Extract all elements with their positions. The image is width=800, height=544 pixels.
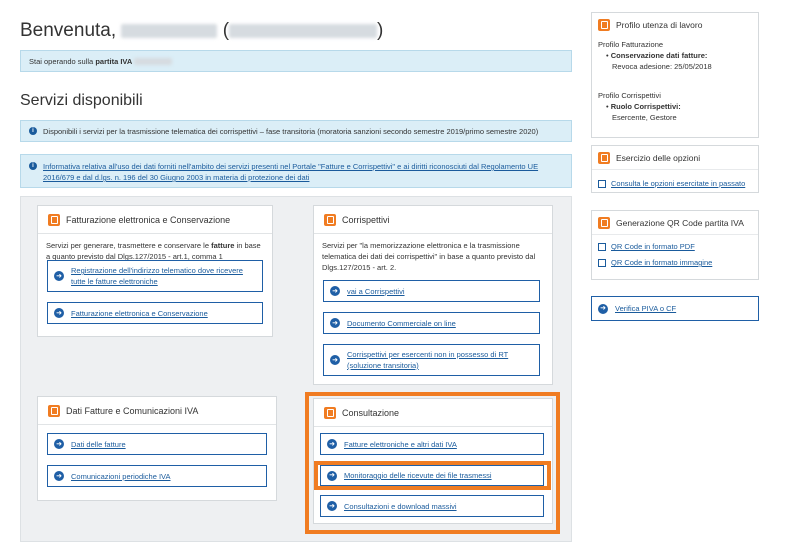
card-header: Corrispettivi xyxy=(314,206,552,234)
arrow-right-icon: ➜ xyxy=(330,318,340,328)
go-to-corrispettivi-button[interactable]: ➜ vai a Corrispettivi xyxy=(323,280,540,302)
e-invoicing-button[interactable]: ➜ Fatturazione elettronica e Conservazio… xyxy=(47,302,263,324)
arrow-right-icon: ➜ xyxy=(54,271,64,281)
privacy-info-link[interactable]: Informativa relativa all'uso dei dati fo… xyxy=(43,161,563,183)
services-title: Servizi disponibili xyxy=(20,92,143,109)
arrow-right-icon: ➜ xyxy=(330,286,340,296)
arrow-right-icon: ➜ xyxy=(330,355,340,365)
transitional-phase-notice: i Disponibili i servizi per la trasmissi… xyxy=(20,120,572,142)
receipts-monitoring-button[interactable]: ➜ Monitoraggio delle ricevute dei file t… xyxy=(320,465,544,486)
arrow-right-icon: ➜ xyxy=(327,501,337,511)
periodic-vat-button[interactable]: ➜ Comunicazioni periodiche IVA xyxy=(47,465,267,487)
qr-image-link[interactable]: QR Code in formato immagine xyxy=(611,257,712,268)
arrow-right-icon: ➜ xyxy=(598,303,608,314)
profile-header: Profilo utenza di lavoro xyxy=(592,13,758,37)
card-header: Dati Fatture e Comunicazioni IVA xyxy=(38,397,276,425)
profile-body: Profilo Fatturazione • Conservazione dat… xyxy=(598,40,712,122)
qr-header: Generazione QR Code partita IVA xyxy=(592,211,758,235)
vat-number-redacted xyxy=(134,57,173,65)
document-icon xyxy=(48,404,60,417)
image-file-icon xyxy=(598,258,606,267)
arrow-right-icon: ➜ xyxy=(54,439,64,449)
user-code-redacted xyxy=(229,23,378,38)
privacy-notice: i Informativa relativa all'uso dei dati … xyxy=(20,154,572,188)
operating-vat-notice: Stai operando sulla partita IVA xyxy=(20,50,572,72)
options-card: Esercizio delle opzioni Consulta le opzi… xyxy=(591,145,759,193)
info-icon: i xyxy=(29,162,37,170)
arrow-right-icon: ➜ xyxy=(54,308,64,318)
qr-card: Generazione QR Code partita IVA QR Code … xyxy=(591,210,759,280)
arrow-right-icon: ➜ xyxy=(327,470,337,481)
arrow-right-icon: ➜ xyxy=(54,471,64,481)
document-icon xyxy=(48,213,60,226)
past-options-link[interactable]: Consulta le opzioni esercitate in passat… xyxy=(611,178,745,189)
bulk-download-button[interactable]: ➜ Consultazioni e download massivi xyxy=(320,495,544,517)
profile-card: Profilo utenza di lavoro Profilo Fattura… xyxy=(591,12,759,138)
e-invoices-other-vat-button[interactable]: ➜ Fatture elettroniche e altri dati IVA xyxy=(320,433,544,455)
register-telematic-address-button[interactable]: ➜ Registrazione dell'indirizzo telematic… xyxy=(47,260,263,292)
document-icon xyxy=(324,406,336,419)
invoice-data-button[interactable]: ➜ Dati delle fatture xyxy=(47,433,267,455)
card-header: Consultazione xyxy=(314,399,552,427)
gear-icon xyxy=(598,151,610,164)
qr-icon xyxy=(598,216,610,229)
edit-icon xyxy=(598,179,606,188)
card-description: Servizi per "la memorizzazione elettroni… xyxy=(322,241,536,272)
pdf-file-icon xyxy=(598,242,606,251)
user-icon xyxy=(598,19,610,31)
qr-pdf-link[interactable]: QR Code in formato PDF xyxy=(611,241,695,252)
page-title: Benvenuta, () xyxy=(20,20,384,41)
info-icon: i xyxy=(29,127,37,135)
verify-vat-cf-button[interactable]: ➜ Verifica PIVA o CF xyxy=(591,296,759,321)
commercial-document-button[interactable]: ➜ Documento Commerciale on line xyxy=(323,312,540,334)
options-header: Esercizio delle opzioni xyxy=(592,146,758,170)
arrow-right-icon: ➜ xyxy=(327,439,337,449)
document-icon xyxy=(324,213,336,226)
corrispettivi-no-rt-button[interactable]: ➜ Corrispettivi per esercenti non in pos… xyxy=(323,344,540,376)
card-header: Fatturazione elettronica e Conservazione xyxy=(38,206,272,234)
user-name-redacted xyxy=(121,23,218,38)
